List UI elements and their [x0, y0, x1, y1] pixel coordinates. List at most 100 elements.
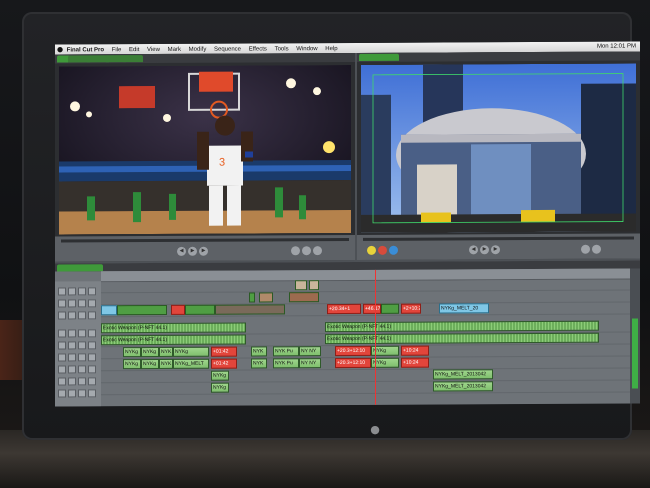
insert-icon[interactable]	[378, 245, 387, 255]
previous-edit-icon[interactable]: ◀	[469, 245, 478, 255]
red-clip-label[interactable]: +46.17	[363, 303, 381, 314]
viewer-marker-buttons	[291, 246, 322, 256]
next-edit-icon[interactable]: ▶	[199, 246, 208, 256]
playhead[interactable]	[375, 269, 376, 405]
track-header-a5[interactable]	[57, 373, 99, 386]
track-a6: NYKg NYKg_MELT_2013042	[101, 380, 630, 396]
video-clip[interactable]	[289, 292, 319, 303]
svg-text:3: 3	[219, 157, 225, 169]
track-header-v1[interactable]	[57, 307, 99, 320]
audio-clip[interactable]: NYKg	[173, 346, 209, 357]
red-clip-label[interactable]: +2+10:25	[401, 303, 421, 314]
viewer-scrubber[interactable]	[61, 237, 349, 243]
audio-clip[interactable]: NY NY	[299, 358, 321, 369]
audio-clip[interactable]: NYKg	[211, 382, 229, 393]
audio-clip[interactable]: NYKg_MELT_2013042	[433, 381, 493, 392]
audio-clip[interactable]: NYKg_MELT_2013042	[433, 369, 493, 380]
video-clip[interactable]	[381, 303, 399, 314]
audio-clip[interactable]: NYKg_MELT	[173, 358, 209, 369]
red-clip-label[interactable]: +01:42	[211, 358, 237, 369]
mark-out-icon[interactable]	[302, 246, 311, 256]
audio-clip[interactable]: NY NY	[299, 346, 321, 357]
video-clip[interactable]	[309, 280, 319, 291]
menubar-clock: Mon 12:01 PM	[596, 43, 636, 50]
audio-clip[interactable]: Exotic Weapon (P-NFT 44.1)	[101, 322, 246, 334]
track-area: +20.34+1 +46.17 +2+10:25 NYKg_MELT_20 Ex…	[101, 278, 630, 407]
add-marker-icon[interactable]	[313, 246, 322, 256]
track-header-v2[interactable]	[57, 295, 99, 308]
audio-clip[interactable]: NYK	[251, 358, 267, 369]
next-edit-icon[interactable]: ▶	[491, 245, 500, 255]
red-clip-label[interactable]: +20.3+12:10	[335, 345, 371, 357]
audio-clip[interactable]: NYK	[159, 358, 173, 369]
timeline-panel: +20.34+1 +46.17 +2+10:25 NYKg_MELT_20 Ex…	[55, 260, 640, 407]
viewer-video: 3	[59, 64, 351, 235]
audio-clip[interactable]: NYKg	[211, 370, 229, 381]
track-header-a6[interactable]	[57, 385, 99, 398]
viewer-tabbar	[55, 52, 355, 64]
audio-clip[interactable]: NYKg	[141, 358, 159, 370]
replace-icon[interactable]	[389, 245, 398, 255]
audio-clip[interactable]: NYKg	[141, 346, 159, 358]
audio-clip[interactable]: NYKg	[123, 347, 141, 358]
audio-clip[interactable]: NYK Pu	[273, 346, 299, 357]
previous-edit-icon[interactable]: ◀	[177, 246, 186, 256]
track-header-a4[interactable]	[57, 361, 99, 374]
mark-out-icon[interactable]	[592, 244, 601, 254]
viewer-transport: ◀ ▶ ▶	[177, 246, 208, 256]
red-clip-label[interactable]: +20.3+12:10	[335, 357, 371, 369]
app-name-menu[interactable]: Final Cut Pro	[67, 47, 104, 53]
red-clip-label[interactable]: +01:42	[211, 346, 237, 357]
video-clip-nyk-melt[interactable]: NYKg_MELT_20	[439, 303, 489, 314]
overwrite-icon[interactable]	[367, 245, 376, 255]
canvas-scrubber[interactable]	[363, 236, 634, 241]
sequence-tab[interactable]	[57, 264, 103, 272]
apple-menu-icon[interactable]: ●	[55, 44, 65, 54]
canvas-panel: ◀ ▶ ▶	[357, 51, 640, 260]
red-clip-label[interactable]: +10:24	[401, 357, 429, 368]
mark-in-icon[interactable]	[581, 244, 590, 254]
track-header-a1[interactable]	[57, 325, 99, 338]
track-header-a2[interactable]	[57, 337, 99, 350]
video-clip[interactable]	[295, 280, 307, 291]
video-clip[interactable]	[215, 304, 285, 315]
viewer-tab[interactable]	[123, 55, 143, 63]
building-video-frame	[361, 63, 636, 233]
canvas-controls: ◀ ▶ ▶	[357, 233, 640, 260]
video-clip[interactable]	[117, 304, 167, 316]
canvas-marker-buttons	[581, 244, 601, 254]
mark-in-icon[interactable]	[291, 246, 300, 256]
viewer-controls: ◀ ▶ ▶	[55, 234, 355, 262]
timeline-vertical-scrollbar[interactable]	[630, 268, 640, 404]
apple-logo-icon: ●	[370, 423, 380, 436]
play-icon[interactable]: ▶	[480, 245, 489, 255]
viewer-panel: 3 ◀ ▶ ▶	[55, 52, 355, 262]
video-clip[interactable]	[259, 292, 273, 303]
canvas-tabbar	[357, 51, 640, 62]
red-clip-label[interactable]: +20.34+1	[327, 303, 361, 315]
audio-clip[interactable]: NYK	[251, 346, 267, 357]
audio-clip[interactable]: Exotic Weapon (P-NFT 44.1)	[101, 334, 246, 346]
track-header-v3[interactable]	[57, 283, 99, 296]
basketball-video-frame: 3	[59, 64, 351, 235]
audio-clip[interactable]: NYK	[159, 346, 173, 357]
video-clip[interactable]	[101, 305, 117, 316]
red-render-clip[interactable]	[171, 304, 185, 315]
video-clip[interactable]	[249, 292, 255, 303]
audio-clip[interactable]: Exotic Weapon (P-NFT 44.1)	[325, 320, 599, 333]
track-header-a3[interactable]	[57, 349, 99, 362]
red-clip-label[interactable]: +10:24	[401, 345, 429, 356]
screen: ● Final Cut Pro File Edit View Mark Modi…	[55, 41, 640, 407]
canvas-video	[361, 63, 636, 233]
audio-clip[interactable]: NYK Pu	[273, 358, 299, 369]
canvas-transport: ◀ ▶ ▶	[469, 245, 500, 255]
audio-clip[interactable]: Exotic Weapon (P-NFT 44.1)	[325, 332, 599, 345]
track-v1: +20.34+1 +46.17 +2+10:25 NYKg_MELT_20	[101, 302, 630, 318]
scrollbar-thumb[interactable]	[632, 318, 638, 389]
canvas-tab[interactable]	[359, 53, 399, 61]
audio-clip[interactable]: NYKg	[123, 359, 141, 370]
video-clip[interactable]	[185, 304, 215, 315]
play-icon[interactable]: ▶	[188, 246, 197, 256]
canvas-overlay-buttons	[367, 245, 398, 255]
track-headers	[55, 281, 101, 407]
